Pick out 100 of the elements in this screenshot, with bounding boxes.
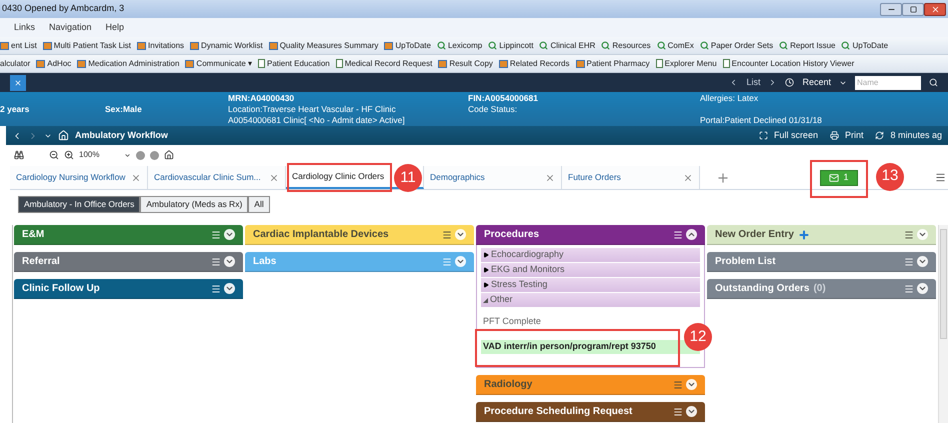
menu-icon[interactable] bbox=[673, 230, 683, 240]
order-item[interactable]: VAD interr/in person/program/rept 93750 bbox=[481, 340, 700, 354]
full-screen-button[interactable]: Full screen bbox=[774, 128, 818, 142]
expand-toggle[interactable] bbox=[917, 229, 928, 240]
binoculars-icon[interactable] bbox=[14, 150, 24, 160]
toolbar-button[interactable]: Lippincott bbox=[488, 40, 534, 52]
print-button[interactable]: Print bbox=[844, 128, 864, 142]
panel-header[interactable]: E&M bbox=[14, 225, 243, 245]
filter-button[interactable]: Ambulatory - In Office Orders bbox=[18, 196, 140, 213]
search-icon bbox=[539, 41, 548, 50]
scrollbar[interactable] bbox=[938, 225, 948, 423]
menu-item[interactable]: Links bbox=[14, 20, 36, 34]
toolbar-button[interactable]: Explorer Menu bbox=[656, 58, 717, 70]
menu-item[interactable]: Help bbox=[106, 20, 124, 34]
close-icon[interactable] bbox=[545, 172, 555, 182]
close-icon[interactable] bbox=[131, 172, 141, 182]
expand-toggle[interactable] bbox=[686, 229, 697, 240]
toolbar-button[interactable]: ent List bbox=[0, 40, 37, 52]
expand-toggle[interactable] bbox=[686, 379, 697, 390]
section-row[interactable]: Echocardiography bbox=[481, 248, 700, 262]
toolbar-button[interactable]: Related Records bbox=[498, 58, 570, 70]
home-icon[interactable] bbox=[164, 150, 174, 160]
panel-header[interactable]: Problem List bbox=[707, 252, 936, 272]
toolbar-button[interactable]: Encounter Location History Viewer bbox=[722, 58, 854, 70]
toolbar-button[interactable]: UpToDate bbox=[841, 40, 888, 52]
toolbar-button[interactable]: ComEx bbox=[656, 40, 694, 52]
toolbar-button[interactable]: Patient Pharmacy bbox=[576, 58, 650, 70]
menu-icon[interactable] bbox=[442, 230, 452, 240]
toolbar-button[interactable]: Result Copy bbox=[438, 58, 493, 70]
panel-header[interactable]: Procedure Scheduling Request bbox=[476, 402, 705, 422]
menu-icon[interactable] bbox=[904, 284, 914, 294]
workflow-title: Ambulatory Workflow bbox=[75, 128, 168, 142]
add-tab-icon[interactable] bbox=[716, 170, 730, 184]
tab[interactable]: Cardiovascular Clinic Sum... bbox=[148, 166, 286, 189]
panel-header[interactable]: Cardiac Implantable Devices bbox=[245, 225, 474, 245]
toolbar-button[interactable]: Communicate ▾ bbox=[185, 58, 252, 70]
tab[interactable]: Demographics bbox=[424, 166, 562, 189]
tab[interactable]: Cardiology Nursing Workflow bbox=[10, 166, 148, 189]
panel-header[interactable]: New Order Entry bbox=[707, 225, 936, 245]
menu-icon[interactable] bbox=[211, 256, 221, 266]
minimize-button[interactable] bbox=[880, 2, 902, 16]
toolbar-button[interactable]: AdHoc bbox=[36, 58, 72, 70]
list-button[interactable]: List bbox=[746, 76, 760, 90]
panel-header[interactable]: Clinic Follow Up bbox=[14, 279, 243, 299]
triangle-icon bbox=[483, 282, 489, 288]
add-icon[interactable] bbox=[798, 228, 810, 240]
section-row[interactable]: EKG and Monitors bbox=[481, 263, 700, 277]
expand-toggle[interactable] bbox=[455, 229, 466, 240]
menu-icon[interactable] bbox=[935, 172, 946, 183]
toolbar-button[interactable]: Multi Patient Task List bbox=[42, 40, 132, 52]
dropdown-icon[interactable] bbox=[124, 152, 131, 158]
expand-toggle[interactable] bbox=[455, 256, 466, 267]
expand-toggle[interactable] bbox=[686, 406, 697, 417]
menu-icon[interactable] bbox=[211, 230, 221, 240]
refresh-button[interactable]: 8 minutes ag bbox=[890, 128, 942, 142]
toolbar-button[interactable]: alculator bbox=[0, 58, 30, 70]
filter-button[interactable]: Ambulatory (Meds as Rx) bbox=[140, 196, 248, 213]
expand-toggle[interactable] bbox=[224, 229, 235, 240]
restore-button[interactable] bbox=[902, 2, 924, 16]
toolbar-button[interactable]: Clinical EHR bbox=[539, 40, 596, 52]
filter-button[interactable]: All bbox=[248, 196, 270, 213]
toolbar-button[interactable]: Patient Education bbox=[258, 58, 330, 70]
close-icon[interactable] bbox=[269, 172, 279, 182]
toolbar-button[interactable]: Medication Administration bbox=[77, 58, 180, 70]
menu-icon[interactable] bbox=[211, 284, 221, 294]
section-row[interactable]: Stress Testing bbox=[481, 278, 700, 292]
toolbar-button[interactable]: Paper Order Sets bbox=[700, 40, 774, 52]
panel-header[interactable]: Procedures bbox=[476, 225, 705, 245]
toolbar-button[interactable]: UpToDate bbox=[384, 40, 431, 52]
menu-icon[interactable] bbox=[904, 256, 914, 266]
toolbar-button[interactable]: Lexicomp bbox=[436, 40, 482, 52]
menu-icon[interactable] bbox=[904, 230, 914, 240]
zoom-dropdown[interactable]: 100% bbox=[79, 149, 119, 161]
expand-toggle[interactable] bbox=[224, 283, 235, 294]
recent-button[interactable]: Recent bbox=[802, 76, 831, 90]
panel-header[interactable]: Radiology bbox=[476, 375, 705, 395]
zoom-in-icon[interactable] bbox=[64, 150, 74, 160]
panel-header[interactable]: Referral bbox=[14, 252, 243, 272]
close-icon[interactable] bbox=[683, 172, 693, 182]
panel-header[interactable]: Outstanding Orders (0) bbox=[707, 279, 936, 299]
menu-icon[interactable] bbox=[673, 406, 683, 416]
close-button[interactable] bbox=[924, 2, 946, 16]
app-tab-icon[interactable] bbox=[10, 74, 26, 90]
scroll-thumb[interactable] bbox=[940, 229, 947, 339]
tab[interactable]: Future Orders bbox=[562, 166, 700, 189]
zoom-out-icon[interactable] bbox=[49, 150, 59, 160]
menu-item[interactable]: Navigation bbox=[49, 20, 92, 34]
toolbar-button[interactable]: Report Issue bbox=[779, 40, 836, 52]
name-field[interactable]: Name bbox=[855, 76, 921, 90]
search-icon[interactable] bbox=[929, 78, 938, 87]
menu-icon[interactable] bbox=[673, 380, 683, 390]
expand-toggle[interactable] bbox=[917, 283, 928, 294]
toolbar-button[interactable]: Dynamic Worklist bbox=[190, 40, 263, 52]
toolbar-button[interactable]: Resources bbox=[601, 40, 651, 52]
expand-toggle[interactable] bbox=[917, 256, 928, 267]
toolbar-button[interactable]: Quality Measures Summary bbox=[268, 40, 378, 52]
section-row[interactable]: Other bbox=[481, 293, 700, 307]
toolbar-button[interactable]: Invitations bbox=[137, 40, 184, 52]
toolbar-button[interactable]: Medical Record Request bbox=[336, 58, 432, 70]
expand-toggle[interactable] bbox=[224, 256, 235, 267]
